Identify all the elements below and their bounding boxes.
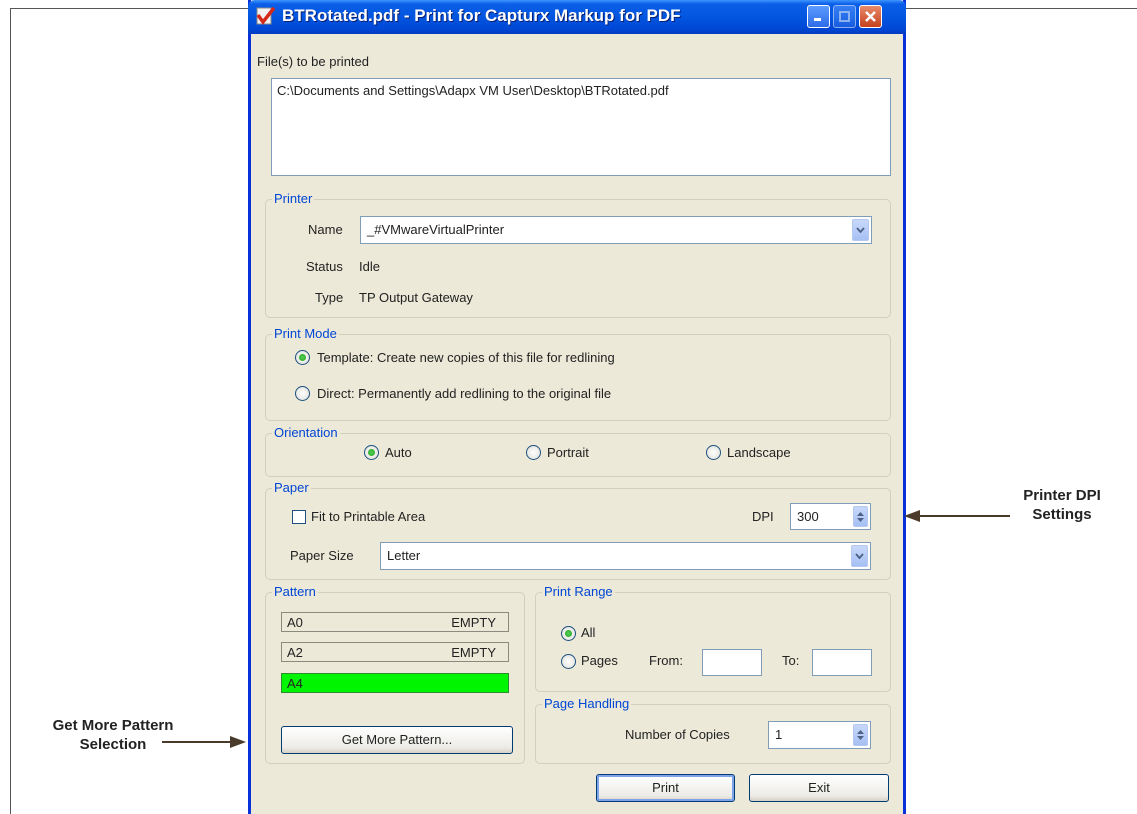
print-dialog-window: BTRotated.pdf - Print for Capturx Markup… xyxy=(248,0,906,814)
printer-legend: Printer xyxy=(272,191,315,206)
fit-to-printable-checkbox[interactable] xyxy=(292,510,306,524)
printer-name-value: _#VMwareVirtualPrinter xyxy=(367,222,505,237)
fit-to-printable-label[interactable]: Fit to Printable Area xyxy=(311,509,425,524)
copies-label: Number of Copies xyxy=(625,727,730,742)
chevron-down-icon[interactable] xyxy=(851,545,868,567)
pattern-status: EMPTY xyxy=(451,615,496,630)
printer-name-select[interactable]: _#VMwareVirtualPrinter xyxy=(360,216,872,244)
from-page-input[interactable] xyxy=(702,649,762,676)
figure-frame-left xyxy=(10,8,11,814)
maximize-button[interactable] xyxy=(833,5,856,28)
orientation-legend: Orientation xyxy=(272,425,340,440)
pattern-item-a4[interactable]: A4 xyxy=(281,673,509,693)
to-label: To: xyxy=(782,653,800,668)
pattern-callout-line1: Get More Pattern xyxy=(52,717,174,734)
paper-legend: Paper xyxy=(272,480,311,495)
get-more-pattern-button[interactable]: Get More Pattern... xyxy=(281,726,513,754)
dpi-label: DPI xyxy=(752,509,774,524)
minimize-button[interactable] xyxy=(807,5,830,28)
files-label: File(s) to be printed xyxy=(257,54,369,69)
printer-type-label: Type xyxy=(315,290,344,305)
all-option-label[interactable]: All xyxy=(581,625,595,640)
dpi-spinner[interactable]: 300 xyxy=(790,503,871,530)
copies-value: 1 xyxy=(775,727,783,742)
print-mode-group: Print Mode xyxy=(265,326,891,421)
direct-option-label[interactable]: Direct: Permanently add redlining to the… xyxy=(317,386,611,401)
copies-spinner[interactable]: 1 xyxy=(768,721,871,749)
paper-size-label: Paper Size xyxy=(290,548,354,563)
pattern-item-a2[interactable]: A2 EMPTY xyxy=(281,642,509,662)
radio-direct[interactable] xyxy=(295,386,310,401)
files-list[interactable]: C:\Documents and Settings\Adapx VM User\… xyxy=(271,78,891,176)
from-label: From: xyxy=(649,653,683,668)
dpi-value: 300 xyxy=(797,509,819,524)
exit-button[interactable]: Exit xyxy=(749,774,889,802)
pattern-legend: Pattern xyxy=(272,584,318,599)
close-icon xyxy=(865,11,876,22)
portrait-option-label[interactable]: Portrait xyxy=(547,445,589,460)
radio-pages[interactable] xyxy=(561,654,576,669)
pages-option-label[interactable]: Pages xyxy=(581,653,618,668)
title-bar[interactable]: BTRotated.pdf - Print for Capturx Markup… xyxy=(248,0,906,34)
spinner-icon[interactable] xyxy=(853,506,868,527)
capturx-checkmark-icon xyxy=(256,6,276,25)
spinner-icon[interactable] xyxy=(853,724,868,746)
printer-type-value: TP Output Gateway xyxy=(359,290,473,305)
radio-template[interactable] xyxy=(295,350,310,365)
maximize-icon xyxy=(839,11,850,22)
print-button[interactable]: Print xyxy=(596,774,735,802)
chevron-down-icon[interactable] xyxy=(852,219,869,241)
arrow-right-icon xyxy=(162,736,246,748)
paper-size-value: Letter xyxy=(387,548,421,563)
auto-option-label[interactable]: Auto xyxy=(385,445,412,460)
pattern-name: A4 xyxy=(287,676,303,691)
arrow-left-icon xyxy=(904,510,1010,522)
pattern-item-a0[interactable]: A0 EMPTY xyxy=(281,612,509,632)
print-range-legend: Print Range xyxy=(542,584,615,599)
pattern-name: A0 xyxy=(287,615,303,630)
to-page-input[interactable] xyxy=(812,649,872,676)
printer-status-label: Status xyxy=(306,259,343,274)
minimize-icon xyxy=(814,18,821,21)
pattern-name: A2 xyxy=(287,645,303,660)
printer-status-value: Idle xyxy=(359,259,380,274)
printer-name-label: Name xyxy=(308,222,343,237)
template-option-label[interactable]: Template: Create new copies of this file… xyxy=(317,350,615,365)
pattern-status: EMPTY xyxy=(451,645,496,660)
paper-size-select[interactable]: Letter xyxy=(380,542,871,570)
dpi-callout-line1: Printer DPI xyxy=(1023,487,1101,504)
radio-landscape[interactable] xyxy=(706,445,721,460)
print-range-group: Print Range xyxy=(535,584,891,692)
radio-auto[interactable] xyxy=(364,445,379,460)
window-title: BTRotated.pdf - Print for Capturx Markup… xyxy=(282,6,681,25)
print-mode-legend: Print Mode xyxy=(272,326,339,341)
page-handling-legend: Page Handling xyxy=(542,696,632,711)
close-button[interactable] xyxy=(859,5,882,28)
file-item[interactable]: C:\Documents and Settings\Adapx VM User\… xyxy=(277,83,885,98)
radio-portrait[interactable] xyxy=(526,445,541,460)
radio-all[interactable] xyxy=(561,626,576,641)
landscape-option-label[interactable]: Landscape xyxy=(727,445,791,460)
